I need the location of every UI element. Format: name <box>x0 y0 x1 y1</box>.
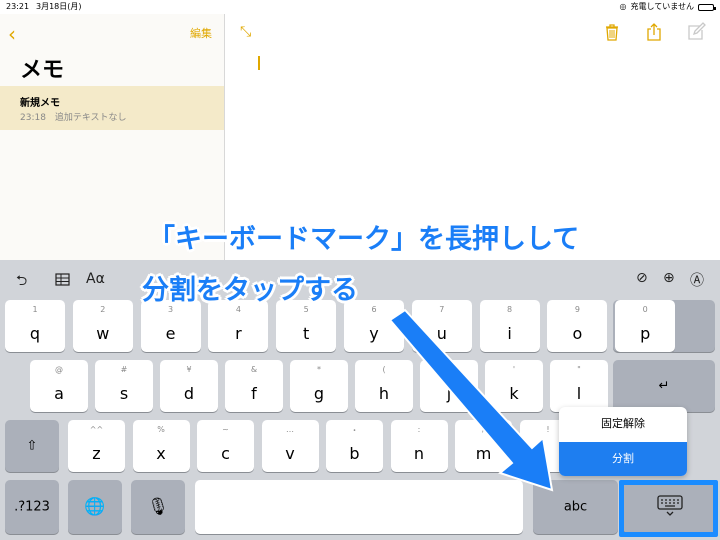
screen: 23:21 3月18日(月) ◎ 充電していません ‹ 編集 メモ 新規メモ 2… <box>0 0 720 540</box>
annotation-arrow <box>388 308 554 492</box>
annotation-line-2: 分割をタップする <box>142 275 358 306</box>
keyboard-key-highlight <box>619 480 718 537</box>
annotation-line-1: 「キーボードマーク」を長押しして <box>148 224 580 255</box>
